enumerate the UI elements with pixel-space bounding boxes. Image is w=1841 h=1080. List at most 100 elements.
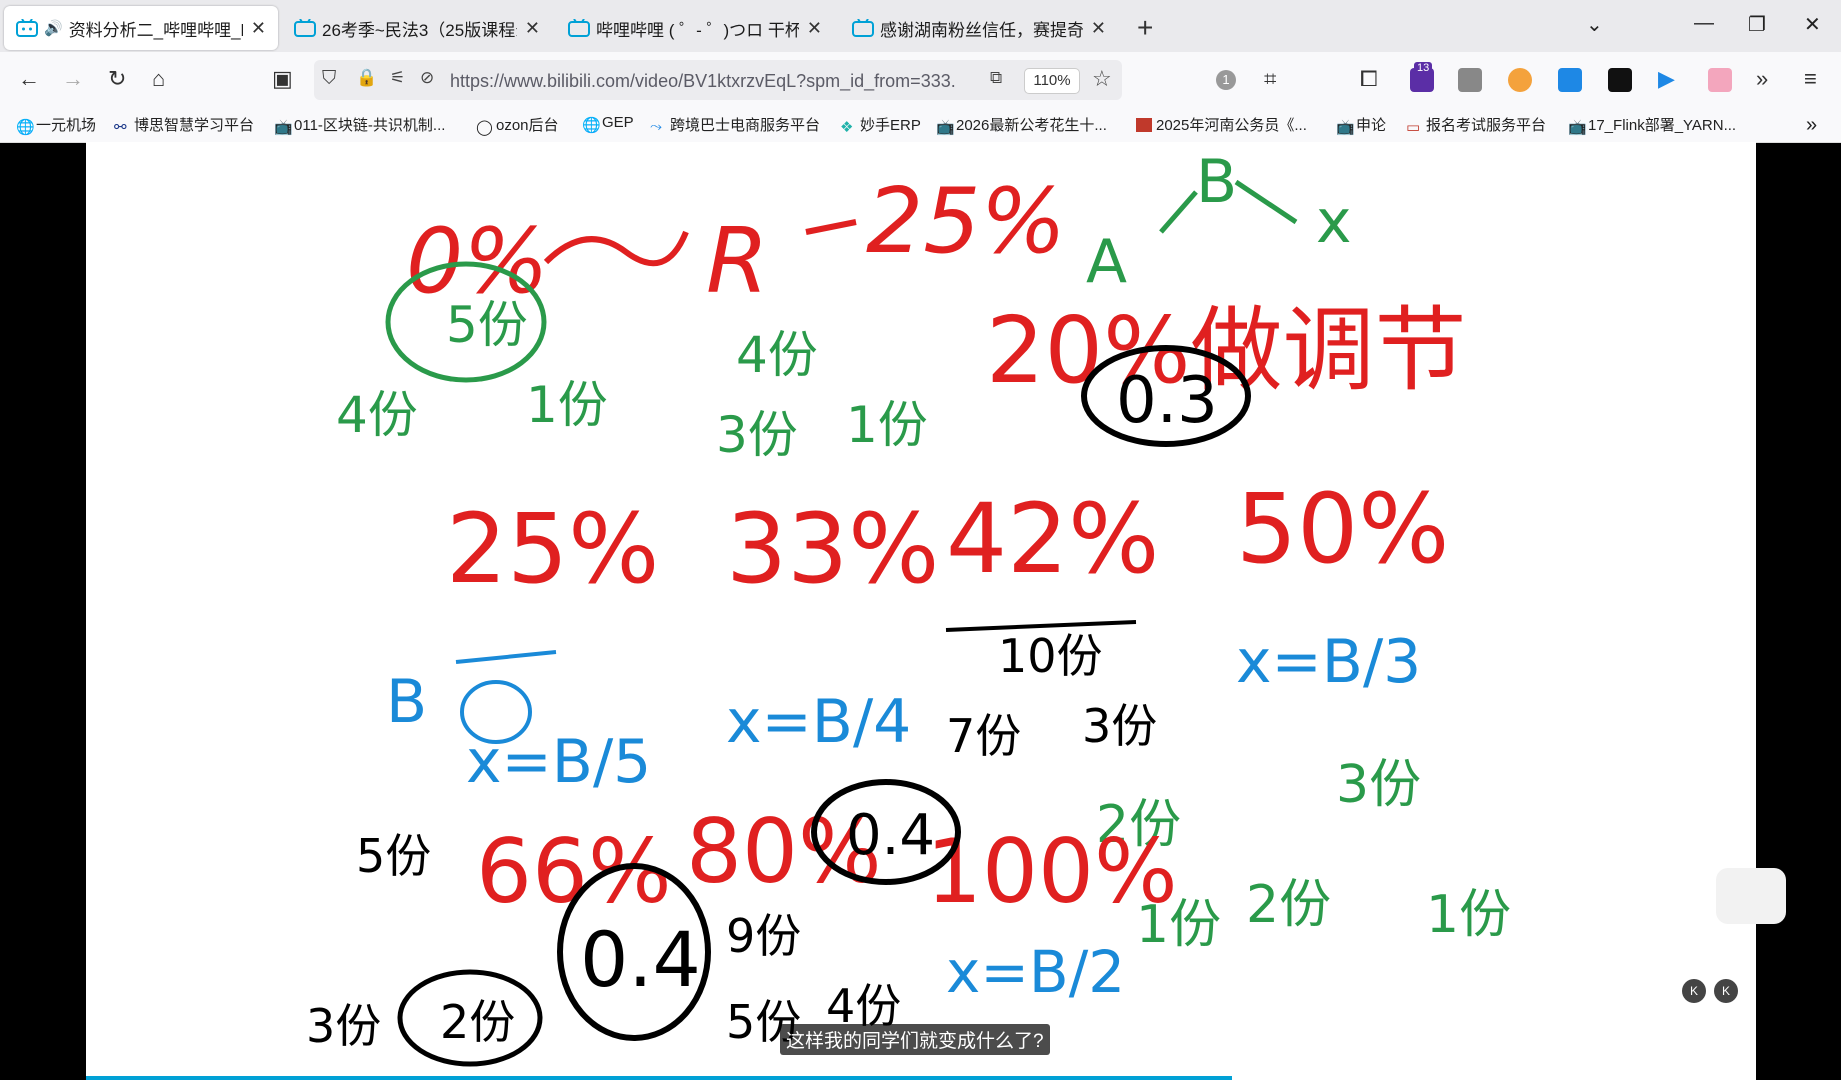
board-text: x: [1316, 187, 1352, 257]
extension-bird-icon[interactable]: [1558, 68, 1582, 92]
board-text: x=B/3: [1236, 627, 1421, 697]
extensions-icon[interactable]: ⧠: [1360, 66, 1378, 92]
board-text: A: [1086, 227, 1127, 297]
exam-service-icon: ▭: [1406, 118, 1421, 136]
tab-3[interactable]: 感谢湖南粉丝信任，赛提奇瑞7... ✕: [840, 6, 1118, 50]
bilibili-mini-player-icon[interactable]: [1716, 868, 1786, 924]
shield-icon[interactable]: ⛉: [322, 68, 336, 90]
board-text: 4份: [736, 326, 818, 384]
bookmark-item[interactable]: ⚯ 博思智慧学习平台: [114, 114, 254, 136]
board-text: 25%: [866, 169, 1066, 274]
next-icon[interactable]: K: [1714, 979, 1738, 1003]
navigation-bar: ← → ↻ ⌂ ▣ ⛉ 🔒 ⚟ ⊘ https://www.bilibili.c…: [0, 52, 1841, 108]
bookmark-item[interactable]: 🌐 GEP: [582, 114, 634, 134]
bilibili-tv-icon: [568, 19, 590, 37]
reload-icon[interactable]: ↻: [108, 66, 126, 92]
board-text: 5份: [356, 829, 431, 883]
tab-bar: 🔊 资料分析二_哔哩哔哩_bilibili ✕ 26考季~民法3（25版课程录制…: [0, 0, 1841, 52]
progress-bar[interactable]: [86, 1076, 1232, 1080]
bookmark-item[interactable]: ◯ ozon后台: [476, 114, 559, 136]
reader-icon[interactable]: ▣: [272, 66, 293, 92]
bilibili-tv-icon: [852, 19, 874, 37]
more-bookmarks-icon[interactable]: »: [1806, 114, 1817, 137]
extension-pink-icon[interactable]: [1708, 68, 1732, 92]
exam-icon: [1136, 117, 1152, 132]
extension-badge: 13: [1414, 62, 1433, 74]
bookmark-item[interactable]: 📺 17_Flink部署_YARN...: [1568, 114, 1736, 136]
speaker-icon[interactable]: 🔊: [44, 19, 63, 37]
video-subtitle: 这样我的同学们就变成什么了?: [780, 1024, 1050, 1055]
bookmark-item[interactable]: ⤳ 跨境巴士电商服务平台: [650, 114, 820, 135]
extension-sun-icon[interactable]: [1508, 68, 1532, 92]
dash-stroke: [805, 219, 857, 235]
board-text: 7份: [946, 709, 1021, 763]
picture-in-picture-icon[interactable]: ⧉: [990, 68, 1002, 88]
bookmark-item[interactable]: 📺 申论: [1336, 114, 1386, 136]
more-tools-icon[interactable]: »: [1756, 66, 1768, 92]
extension-mask-icon[interactable]: [1608, 68, 1632, 92]
home-icon[interactable]: ⌂: [152, 66, 165, 92]
new-tab-button[interactable]: +: [1137, 12, 1153, 44]
tab-1[interactable]: 26考季~民法3（25版课程录制 ✕: [282, 6, 552, 50]
board-text: 5份: [446, 296, 528, 354]
crop-icon[interactable]: ⌗: [1264, 66, 1276, 92]
board-text: B: [386, 667, 427, 737]
board-heading: 20%做调节: [986, 297, 1467, 404]
bookmark-item[interactable]: ❖ 妙手ERP: [840, 114, 921, 136]
board-text: 0.4: [846, 803, 935, 868]
bookmarks-bar: 🌐 一元机场 ⚯ 博思智慧学习平台 📺 011-区块链-共识机制... ◯ ozon后台…: [0, 108, 1841, 143]
globe-icon: 🌐: [16, 118, 35, 136]
bookmark-star-icon[interactable]: ☆: [1092, 66, 1112, 92]
board-text: 3份: [306, 999, 381, 1053]
close-window-button[interactable]: ✕: [1804, 12, 1821, 37]
menu-icon[interactable]: ≡: [1804, 66, 1817, 92]
board-text: x=B/5: [466, 727, 651, 797]
bilibili-tv-icon: [16, 19, 38, 37]
board-text: x=B/4: [726, 687, 911, 757]
miaoshou-icon: ❖: [840, 118, 854, 136]
autoplay-blocked-icon[interactable]: ⊘: [420, 68, 434, 88]
board-text: 3份: [716, 406, 798, 464]
board-text: 3份: [1336, 755, 1421, 815]
prev-icon[interactable]: K: [1682, 979, 1706, 1003]
board-text: 1份: [526, 376, 608, 434]
bookmark-item[interactable]: 🌐 一元机场: [16, 114, 96, 136]
bookmark-item[interactable]: 📺 2026最新公考花生十...: [936, 114, 1107, 136]
underline-stroke: [455, 650, 557, 664]
close-tab-icon[interactable]: ✕: [251, 18, 266, 39]
board-text: 4份: [336, 386, 418, 444]
tab-2[interactable]: 哔哩哔哩 ( ゜- ゜)つロ 干杯~-bilibili ✕: [556, 6, 834, 50]
bookmark-item[interactable]: 📺 011-区块链-共识机制...: [274, 114, 445, 136]
close-tab-icon[interactable]: ✕: [1091, 18, 1106, 39]
address-bar[interactable]: ⛉ 🔒 ⚟ ⊘ https://www.bilibili.com/video/B…: [314, 60, 1122, 100]
board-text: 25%: [446, 493, 659, 605]
zoom-level[interactable]: 110%: [1024, 68, 1080, 94]
back-icon[interactable]: ←: [18, 66, 40, 92]
board-text: 10份: [998, 629, 1103, 683]
video-player[interactable]: 0% R 25% A B x 20%做调节 5份 4份 1份 4份 3份 1份 …: [86, 142, 1786, 1080]
tab-0[interactable]: 🔊 资料分析二_哔哩哔哩_bilibili ✕: [4, 6, 278, 50]
forward-icon[interactable]: →: [62, 66, 84, 92]
board-text: 50%: [1236, 473, 1449, 585]
whiteboard-drawing: 0% R 25% A B x 20%做调节 5份 4份 1份 4份 3份 1份 …: [306, 147, 1511, 1067]
minimize-button[interactable]: —: [1694, 12, 1714, 35]
board-text: 1份: [1426, 885, 1511, 945]
url-text[interactable]: https://www.bilibili.com/video/BV1ktxrzv…: [450, 71, 956, 92]
list-tabs-icon[interactable]: ⌄: [1586, 12, 1603, 37]
extension-play-icon[interactable]: ▶: [1658, 66, 1675, 92]
permissions-icon[interactable]: ⚟: [390, 68, 405, 88]
bookmark-item[interactable]: 2025年河南公务员《...: [1136, 114, 1307, 135]
close-tab-icon[interactable]: ✕: [525, 18, 540, 39]
bookmark-item[interactable]: ▭ 报名考试服务平台: [1406, 114, 1546, 136]
board-text: 2份: [1246, 875, 1331, 935]
notification-badge[interactable]: 1: [1216, 70, 1236, 90]
ozon-icon: ◯: [476, 118, 493, 136]
board-text: 42%: [946, 483, 1159, 595]
board-text: x=B/2: [946, 938, 1125, 1006]
bilibili-tv-icon: 📺: [274, 118, 293, 136]
board-text: 2份: [440, 995, 515, 1049]
close-tab-icon[interactable]: ✕: [807, 18, 822, 39]
lock-icon[interactable]: 🔒: [356, 68, 377, 88]
restore-button[interactable]: ❐: [1748, 12, 1766, 37]
extension-game-icon[interactable]: [1458, 68, 1482, 92]
